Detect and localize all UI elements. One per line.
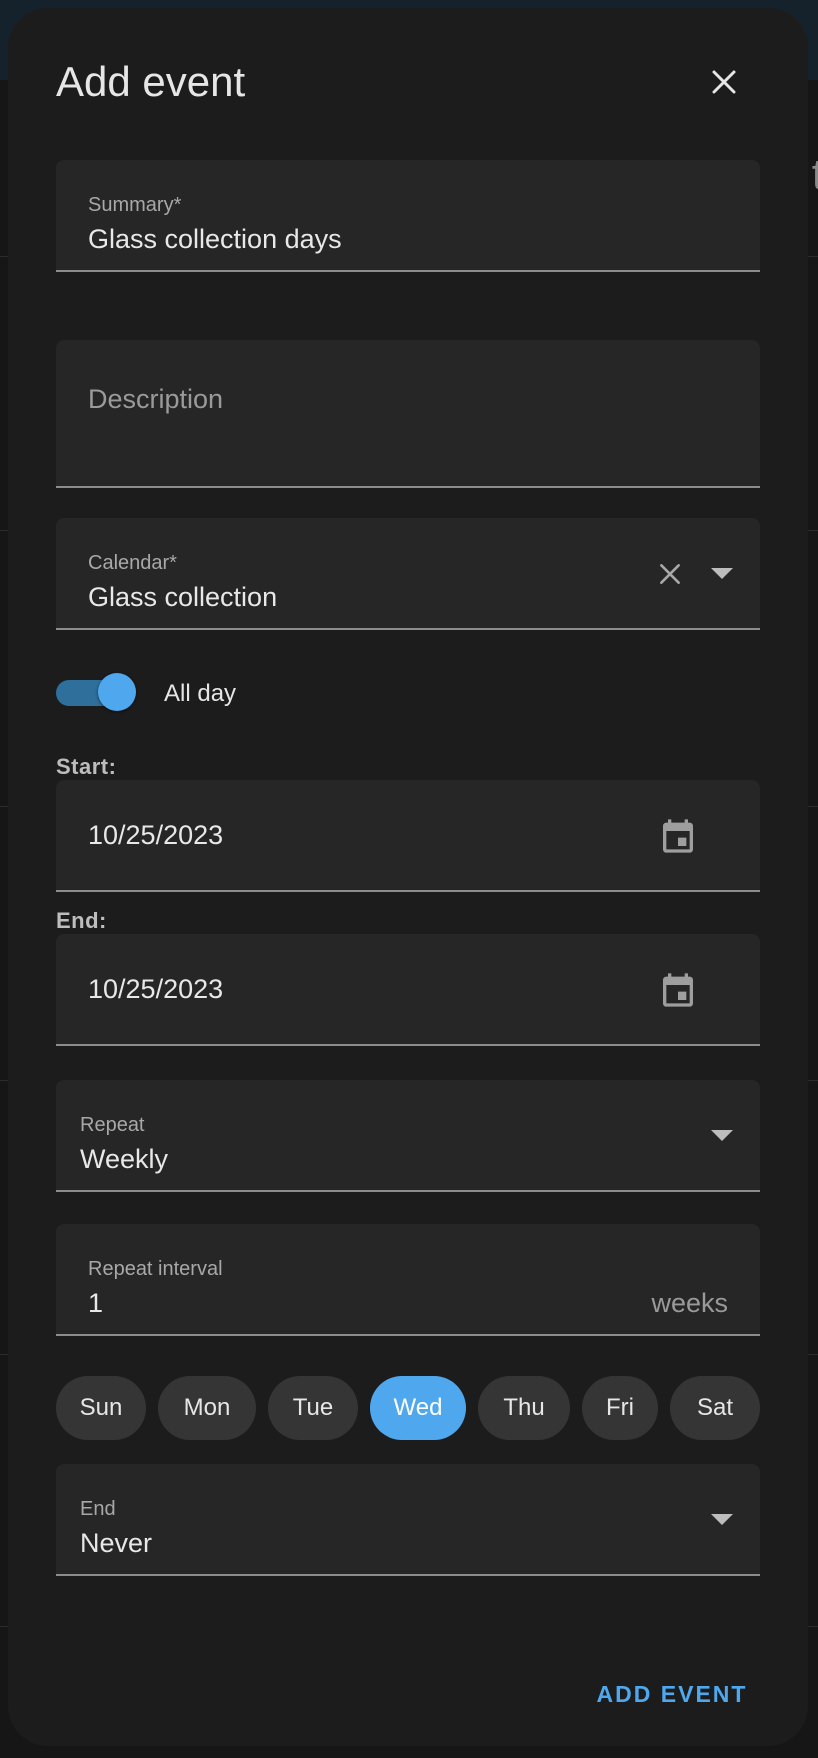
calendar-icon xyxy=(663,973,693,1007)
weekday-chip-tue[interactable]: Tue xyxy=(268,1376,358,1440)
summary-label: Summary* xyxy=(88,194,182,216)
repeat-interval-field[interactable]: Repeat interval 1 weeks xyxy=(56,1224,760,1336)
close-icon xyxy=(712,70,736,94)
start-date-picker-button[interactable] xyxy=(652,810,704,862)
calendar-label: Calendar* xyxy=(88,552,177,574)
dialog-title: Add event xyxy=(56,58,246,105)
end-label: End: xyxy=(56,908,107,933)
repeat-interval-unit: weeks xyxy=(651,1288,728,1318)
add-event-dialog: Add event Summary* Glass collection days… xyxy=(8,8,808,1746)
weekday-chip-sun[interactable]: Sun xyxy=(56,1376,146,1440)
repeat-end-label: End xyxy=(80,1498,116,1520)
summary-field[interactable]: Summary* Glass collection days xyxy=(56,160,760,272)
repeat-interval-label: Repeat interval xyxy=(88,1258,223,1280)
weekday-chip-wed[interactable]: Wed xyxy=(370,1376,466,1440)
start-date-field[interactable]: 10/25/2023 xyxy=(56,780,760,892)
repeat-end-dropdown-button[interactable] xyxy=(702,1500,742,1540)
summary-input[interactable]: Glass collection days xyxy=(88,224,342,255)
add-event-button[interactable]: ADD EVENT xyxy=(588,1674,756,1714)
calendar-icon xyxy=(663,819,693,853)
weekday-chip-fri[interactable]: Fri xyxy=(582,1376,658,1440)
start-date-input[interactable]: 10/25/2023 xyxy=(88,820,223,851)
caret-down-icon xyxy=(711,1130,733,1141)
repeat-label: Repeat xyxy=(80,1114,145,1136)
calendar-select[interactable]: Calendar* Glass collection xyxy=(56,518,760,630)
calendar-value: Glass collection xyxy=(88,582,278,612)
toggle-thumb xyxy=(98,673,136,711)
end-date-picker-button[interactable] xyxy=(652,964,704,1016)
repeat-end-select[interactable]: End Never xyxy=(56,1464,760,1576)
close-icon xyxy=(660,564,680,584)
end-date-input[interactable]: 10/25/2023 xyxy=(88,974,223,1005)
description-field[interactable]: Description xyxy=(56,340,760,488)
all-day-label: All day xyxy=(164,680,237,707)
all-day-toggle[interactable] xyxy=(56,668,136,716)
description-input[interactable]: Description xyxy=(88,384,223,415)
repeat-value: Weekly xyxy=(80,1144,169,1174)
caret-down-icon xyxy=(711,1514,733,1525)
calendar-dropdown-button[interactable] xyxy=(702,554,742,594)
calendar-clear-button[interactable] xyxy=(650,554,690,594)
end-date-field[interactable]: 10/25/2023 xyxy=(56,934,760,1046)
weekday-chip-mon[interactable]: Mon xyxy=(158,1376,256,1440)
weekday-selector: Sun Mon Tue Wed Thu Fri Sat xyxy=(56,1376,760,1440)
repeat-select[interactable]: Repeat Weekly xyxy=(56,1080,760,1192)
background-partial-text: t xyxy=(811,150,818,199)
repeat-interval-input[interactable]: 1 xyxy=(88,1288,103,1319)
repeat-end-value: Never xyxy=(80,1528,153,1558)
caret-down-icon xyxy=(711,568,733,579)
weekday-chip-sat[interactable]: Sat xyxy=(670,1376,760,1440)
weekday-chip-thu[interactable]: Thu xyxy=(478,1376,570,1440)
start-label: Start: xyxy=(56,754,117,779)
repeat-dropdown-button[interactable] xyxy=(702,1116,742,1156)
close-button[interactable] xyxy=(702,60,746,104)
